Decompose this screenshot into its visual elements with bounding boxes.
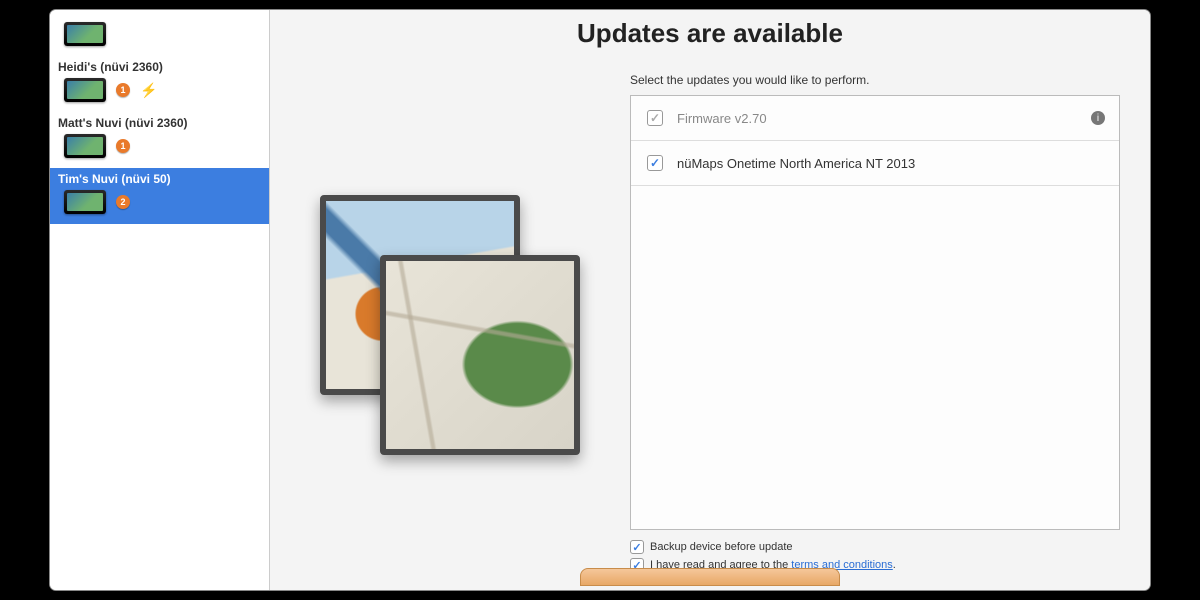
update-count-badge: 2	[116, 195, 130, 209]
info-icon[interactable]: i	[1091, 111, 1105, 125]
page-title: Updates are available	[577, 18, 843, 49]
update-count-badge: 1	[116, 83, 130, 97]
updates-column: Select the updates you would like to per…	[630, 73, 1120, 576]
device-icon	[64, 190, 106, 214]
device-label: Matt's Nuvi (nüvi 2360)	[58, 116, 261, 130]
device-sidebar: Heidi's (nüvi 2360) 1 ⚡ Matt's Nuvi (nüv…	[50, 10, 270, 590]
device-item-tim[interactable]: Tim's Nuvi (nüvi 50) 2	[50, 168, 269, 224]
device-label: Heidi's (nüvi 2360)	[58, 60, 261, 74]
update-row-maps[interactable]: ✓ nüMaps Onetime North America NT 2013	[631, 141, 1119, 186]
instruction-text: Select the updates you would like to per…	[630, 73, 1120, 87]
device-icon	[64, 78, 106, 102]
usb-plug-icon: ⚡	[140, 82, 157, 99]
map-card-front	[380, 255, 580, 455]
update-label: Firmware v2.70	[677, 111, 767, 126]
device-icon	[64, 134, 106, 158]
checkbox-icon[interactable]: ✓	[647, 110, 663, 126]
terms-suffix: .	[893, 559, 896, 571]
device-icon	[64, 22, 106, 46]
checkbox-icon[interactable]: ✓	[630, 540, 644, 554]
device-item-matt[interactable]: Matt's Nuvi (nüvi 2360) 1	[50, 112, 269, 168]
update-label: nüMaps Onetime North America NT 2013	[677, 156, 915, 171]
device-label: Tim's Nuvi (nüvi 50)	[58, 172, 261, 186]
app-window: Heidi's (nüvi 2360) 1 ⚡ Matt's Nuvi (nüv…	[50, 10, 1150, 590]
device-item-heidi[interactable]: Heidi's (nüvi 2360) 1 ⚡	[50, 56, 269, 112]
continue-button[interactable]	[580, 568, 840, 586]
backup-label: Backup device before update	[650, 541, 793, 553]
device-row	[58, 22, 261, 46]
device-item[interactable]	[50, 14, 269, 56]
update-count-badge: 1	[116, 139, 130, 153]
main-panel: Updates are available Select the updates…	[270, 10, 1150, 590]
device-row: 1	[58, 134, 261, 158]
device-row: 1 ⚡	[58, 78, 261, 102]
backup-option-row[interactable]: ✓ Backup device before update	[630, 540, 1120, 554]
update-list: ✓ Firmware v2.70 i ✓ nüMaps Onetime Nort…	[630, 95, 1120, 530]
update-row-firmware[interactable]: ✓ Firmware v2.70 i	[631, 96, 1119, 141]
content-row: Select the updates you would like to per…	[300, 73, 1120, 576]
device-row: 2	[58, 190, 261, 214]
map-illustration	[300, 73, 600, 576]
checkbox-icon[interactable]: ✓	[647, 155, 663, 171]
